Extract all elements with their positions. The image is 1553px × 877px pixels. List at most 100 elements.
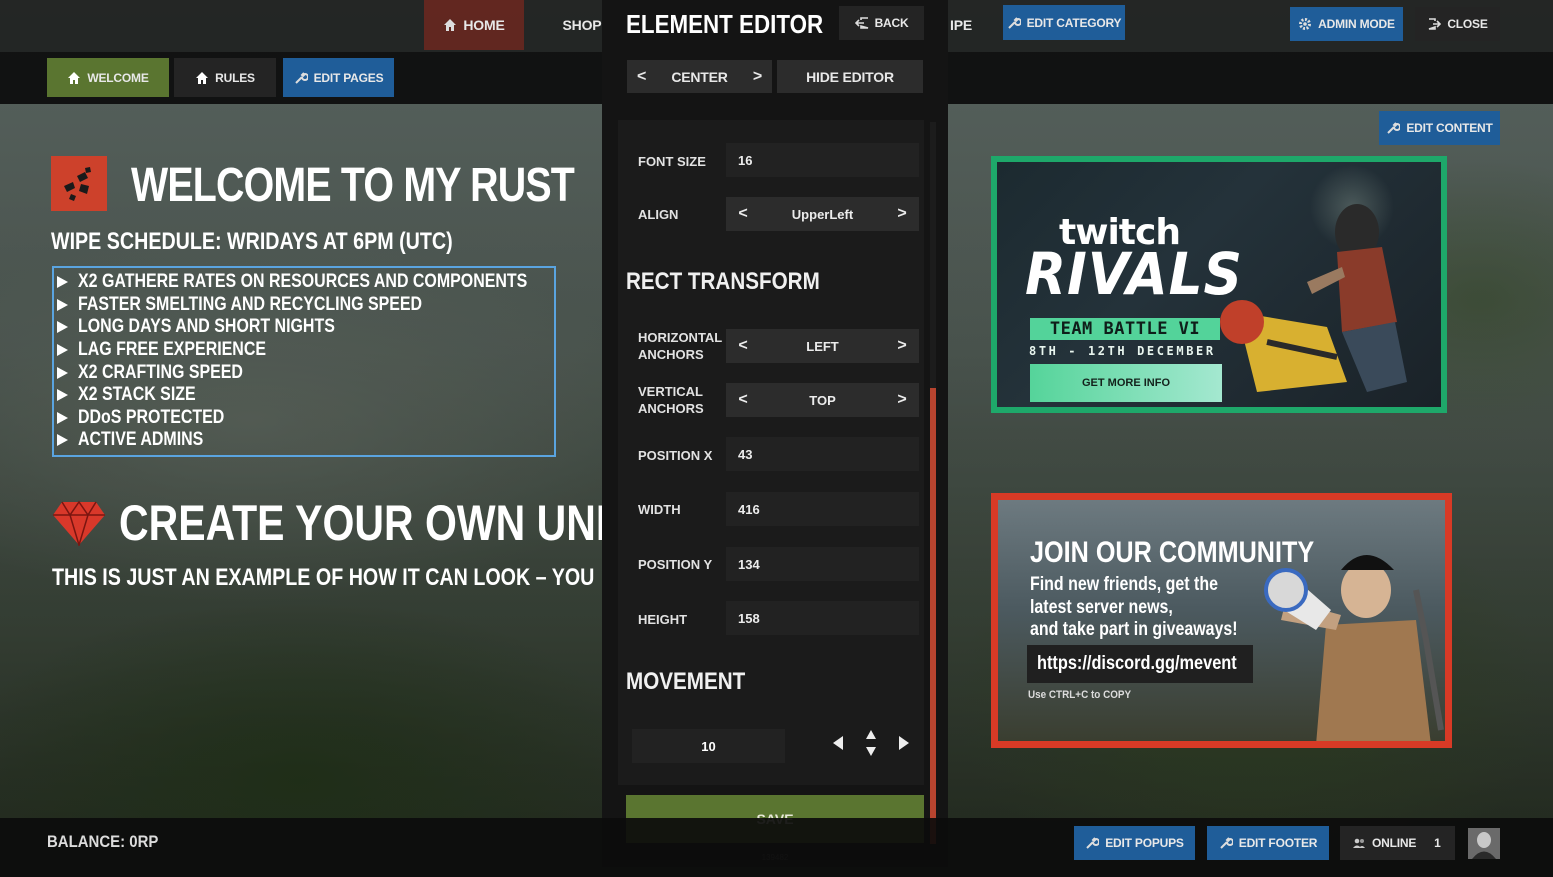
- online-count: 1: [1434, 836, 1441, 850]
- play-arrow-icon: [57, 276, 68, 289]
- rule-item: DDoS PROTECTED: [54, 407, 554, 430]
- rect-transform-title: RECT TRANSFORM: [626, 268, 820, 295]
- avatar[interactable]: [1468, 828, 1500, 859]
- wrench-icon: [1219, 836, 1233, 850]
- wrench-icon: [294, 71, 308, 85]
- position-x-input[interactable]: 43: [726, 437, 919, 471]
- exit-icon: [1427, 17, 1442, 31]
- edit-content-label: EDIT CONTENT: [1406, 121, 1493, 135]
- movement-step-input[interactable]: 10: [632, 729, 785, 763]
- home-icon: [443, 18, 457, 32]
- align-prev-arrow[interactable]: <: [726, 205, 760, 223]
- play-arrow-icon: [57, 321, 68, 334]
- play-arrow-icon: [57, 298, 68, 311]
- next-arrow[interactable]: >: [753, 68, 762, 86]
- edit-category-button[interactable]: EDIT CATEGORY: [1003, 5, 1125, 40]
- rules-list-selected[interactable]: X2 GATHERE RATES ON RESOURCES AND COMPON…: [52, 266, 556, 457]
- v-anchors-next-arrow[interactable]: >: [885, 391, 919, 409]
- back-label: BACK: [874, 16, 909, 30]
- community-description: Find new friends, get the latest server …: [1030, 574, 1238, 640]
- play-arrow-icon: [57, 411, 68, 424]
- hide-editor-button[interactable]: HIDE EDITOR: [777, 60, 923, 93]
- edit-popups-button[interactable]: EDIT POPUPS: [1074, 826, 1195, 860]
- back-button[interactable]: BACK: [839, 6, 924, 40]
- close-button[interactable]: CLOSE: [1415, 7, 1500, 41]
- online-indicator: ONLINE 1: [1340, 826, 1455, 860]
- admin-mode-button[interactable]: ADMIN MODE: [1290, 7, 1403, 41]
- align-next-arrow[interactable]: >: [885, 205, 919, 223]
- v-anchors-prev-arrow[interactable]: <: [726, 391, 760, 409]
- move-up-down-icon[interactable]: [865, 728, 877, 758]
- nav-home-button[interactable]: HOME: [424, 0, 524, 50]
- edit-pages-button[interactable]: EDIT PAGES: [283, 58, 394, 97]
- width-input[interactable]: 416: [726, 492, 919, 526]
- position-y-label: POSITION Y: [638, 557, 713, 572]
- edit-popups-label: EDIT POPUPS: [1105, 836, 1184, 850]
- tab-welcome[interactable]: WELCOME: [47, 58, 169, 97]
- rule-item: LONG DAYS AND SHORT NIGHTS: [54, 316, 554, 339]
- tab-rules[interactable]: RULES: [174, 58, 276, 97]
- home-icon: [195, 71, 209, 85]
- rule-item: ACTIVE ADMINS: [54, 429, 554, 452]
- prev-arrow[interactable]: <: [637, 68, 646, 86]
- horizontal-anchors-label: HORIZONTAL ANCHORS: [638, 330, 723, 362]
- play-arrow-icon: [57, 344, 68, 357]
- twitch-rivals-banner: twitch RIVALS TEAM BATTLE VI 8TH - 12TH …: [991, 156, 1447, 413]
- rule-text: FASTER SMELTING AND RECYCLING SPEED: [78, 293, 423, 315]
- position-y-input[interactable]: 134: [726, 547, 919, 581]
- gear-icon: [1298, 17, 1312, 31]
- gem-icon: [52, 500, 106, 548]
- community-title: JOIN OUR COMMUNITY: [1030, 536, 1315, 569]
- align-selector[interactable]: < UpperLeft >: [726, 197, 919, 231]
- rule-text: X2 CRAFTING SPEED: [78, 361, 243, 383]
- edit-footer-button[interactable]: EDIT FOOTER: [1207, 826, 1329, 860]
- vertical-anchors-label: VERTICAL ANCHORS: [638, 384, 704, 416]
- play-arrow-icon: [57, 389, 68, 402]
- wrench-icon: [1007, 16, 1021, 30]
- rule-text: ACTIVE ADMINS: [78, 429, 204, 451]
- movement-title: MOVEMENT: [626, 668, 746, 695]
- event-dates: 8TH - 12TH DECEMBER: [1029, 344, 1216, 358]
- rule-text: X2 STACK SIZE: [78, 384, 196, 406]
- rust-characters-art: [1220, 204, 1407, 392]
- alignment-selector[interactable]: < CENTER >: [627, 60, 772, 93]
- create-heading: CREATE YOUR OWN UNIC: [119, 495, 602, 551]
- wrench-icon: [1386, 121, 1401, 135]
- back-icon: [854, 16, 869, 30]
- rule-item: FASTER SMELTING AND RECYCLING SPEED: [54, 294, 554, 317]
- h-anchors-value: LEFT: [806, 338, 839, 354]
- element-editor-panel: ELEMENT EDITOR BACK < CENTER > HIDE EDIT…: [602, 0, 948, 867]
- height-input[interactable]: 158: [726, 601, 919, 635]
- rule-text: DDoS PROTECTED: [78, 406, 225, 428]
- move-left-icon[interactable]: [832, 735, 844, 751]
- rule-text: LAG FREE EXPERIENCE: [78, 339, 267, 361]
- users-icon: [1352, 836, 1366, 850]
- h-anchors-next-arrow[interactable]: >: [885, 337, 919, 355]
- rule-item: LAG FREE EXPERIENCE: [54, 339, 554, 362]
- admin-mode-label: ADMIN MODE: [1318, 17, 1395, 31]
- rule-item: X2 GATHERE RATES ON RESOURCES AND COMPON…: [54, 271, 554, 294]
- align-label: ALIGN: [638, 207, 679, 222]
- vertical-anchors-selector[interactable]: < TOP >: [726, 383, 919, 417]
- font-size-input[interactable]: 16: [726, 143, 919, 177]
- editor-title: ELEMENT EDITOR: [626, 9, 824, 39]
- horizontal-anchors-selector[interactable]: < LEFT >: [726, 329, 919, 363]
- edit-content-button[interactable]: EDIT CONTENT: [1379, 111, 1500, 145]
- scrollbar-thumb[interactable]: [930, 388, 936, 844]
- nav-wipe-label: IPE: [950, 17, 972, 33]
- h-anchors-prev-arrow[interactable]: <: [726, 337, 760, 355]
- font-size-label: FONT SIZE: [638, 154, 706, 169]
- nav-shop-button[interactable]: SHOP: [560, 0, 604, 50]
- discord-link-field[interactable]: https://discord.gg/mevent: [1027, 645, 1253, 683]
- wrench-icon: [1085, 836, 1100, 850]
- move-right-icon[interactable]: [898, 735, 910, 751]
- rivals-title: RIVALS: [1025, 240, 1243, 308]
- v-anchors-value: TOP: [809, 392, 836, 408]
- nav-wipe-button[interactable]: IPE: [946, 0, 976, 50]
- example-text: THIS IS JUST AN EXAMPLE OF HOW IT CAN LO…: [52, 564, 595, 591]
- position-x-label: POSITION X: [638, 448, 713, 463]
- get-more-info-button[interactable]: GET MORE INFO: [1030, 364, 1222, 402]
- width-label: WIDTH: [638, 502, 681, 517]
- play-arrow-icon: [57, 434, 68, 447]
- discord-link-text[interactable]: https://discord.gg/mevent: [1037, 653, 1237, 675]
